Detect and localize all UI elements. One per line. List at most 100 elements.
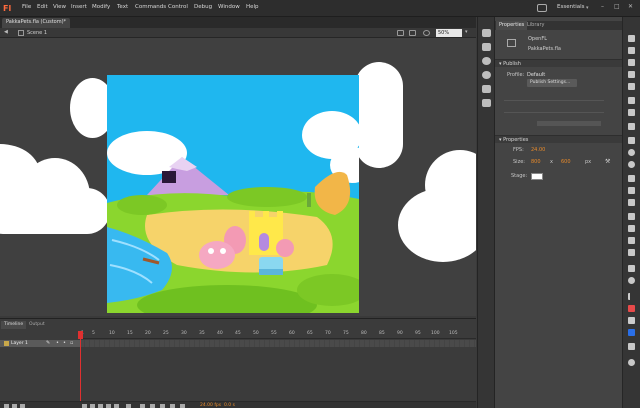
minimize-button[interactable]: –: [601, 3, 604, 10]
document-tab[interactable]: PakkaPets.fla (Custom)*: [2, 18, 71, 28]
chevron-down-icon[interactable]: ▾: [586, 5, 589, 11]
free-transform-tool-icon[interactable]: [628, 59, 635, 66]
wrench-icon[interactable]: ⚒: [605, 158, 610, 165]
bone-tool-icon[interactable]: [628, 213, 635, 220]
new-layer-icon[interactable]: [4, 404, 9, 408]
frames-row[interactable]: [80, 340, 476, 347]
align-icon[interactable]: [482, 57, 491, 65]
layer-icon: [4, 341, 9, 346]
publish-settings-button[interactable]: Publish Settings...: [527, 79, 577, 87]
zoom-tool-icon[interactable]: [628, 277, 635, 284]
lasso-tool-icon[interactable]: [628, 83, 635, 90]
scene-label[interactable]: Scene 1: [27, 30, 47, 36]
center-frame-icon[interactable]: [140, 404, 145, 408]
eraser-tool-icon[interactable]: [628, 249, 635, 256]
menu-window[interactable]: Window: [218, 4, 240, 10]
pasteboard[interactable]: [0, 38, 476, 316]
loop-icon[interactable]: [126, 404, 131, 408]
eyedropper-tool-icon[interactable]: [628, 237, 635, 244]
stage-color-swatch[interactable]: [531, 173, 543, 180]
stage-canvas[interactable]: [107, 75, 359, 313]
frame-ruler[interactable]: 1 5 10 15 20 25 30 35 40 45 50 55 60 65 …: [80, 331, 476, 339]
transform-icon[interactable]: [482, 85, 491, 93]
last-frame-icon[interactable]: [114, 404, 119, 408]
stage-width[interactable]: 800: [531, 159, 541, 165]
frame-number: 50: [253, 331, 259, 336]
stroke-color-icon[interactable]: [628, 293, 635, 300]
workspace-switcher[interactable]: Essentials: [557, 4, 585, 10]
center-stage-icon[interactable]: [423, 30, 430, 36]
components-icon[interactable]: [482, 99, 491, 107]
tab-output[interactable]: Output: [26, 321, 48, 329]
close-button[interactable]: ✕: [628, 3, 633, 10]
stage-height[interactable]: 600: [561, 159, 571, 165]
line-tool-icon[interactable]: [628, 123, 635, 130]
tab-library[interactable]: Library: [524, 21, 547, 30]
edit-multiple-frames-icon[interactable]: [170, 404, 175, 408]
menu-file[interactable]: File: [22, 4, 31, 10]
fill-bucket-icon[interactable]: [628, 317, 635, 324]
snap-magnet-icon[interactable]: [628, 359, 635, 366]
publish-section-header[interactable]: ▾ Publish: [495, 59, 622, 67]
visibility-dot-icon[interactable]: •: [56, 340, 59, 346]
menu-insert[interactable]: Insert: [71, 4, 87, 10]
rectangle-tool-icon[interactable]: [628, 137, 635, 144]
back-arrow-icon[interactable]: ◀: [4, 29, 8, 35]
color-panel-icon[interactable]: [482, 29, 491, 37]
tab-properties[interactable]: Properties: [496, 21, 528, 30]
menu-view[interactable]: View: [53, 4, 66, 10]
tab-timeline[interactable]: Timeline: [1, 321, 27, 329]
hand-tool-icon[interactable]: [628, 265, 635, 272]
properties-section-header[interactable]: ▾ Properties: [495, 135, 622, 143]
edit-scene-icon[interactable]: [397, 30, 404, 36]
pencil-icon[interactable]: ✎: [46, 340, 50, 346]
menu-modify[interactable]: Modify: [92, 4, 110, 10]
menu-debug[interactable]: Debug: [194, 4, 212, 10]
info-icon[interactable]: [482, 71, 491, 79]
layer-name[interactable]: Layer 1: [11, 340, 28, 347]
text-tool-icon[interactable]: [628, 109, 635, 116]
selection-tool-icon[interactable]: [628, 35, 635, 42]
onion-outline-icon[interactable]: [160, 404, 165, 408]
first-frame-icon[interactable]: [82, 404, 87, 408]
prev-frame-icon[interactable]: [90, 404, 95, 408]
edit-symbol-icon[interactable]: [409, 30, 416, 36]
3d-rotation-tool-icon[interactable]: [628, 71, 635, 78]
time-readout[interactable]: 0.0 s: [224, 403, 235, 408]
play-icon[interactable]: [98, 404, 103, 408]
menu-text[interactable]: Text: [117, 4, 128, 10]
outline-square-icon[interactable]: ▫: [70, 340, 73, 346]
delete-layer-icon[interactable]: [20, 404, 25, 408]
menu-help[interactable]: Help: [246, 4, 259, 10]
menu-edit[interactable]: Edit: [37, 4, 48, 10]
stroke-color-swatch[interactable]: [628, 305, 635, 312]
deco-tool-icon[interactable]: [628, 199, 635, 206]
paint-bucket-tool-icon[interactable]: [628, 225, 635, 232]
swap-colors-icon[interactable]: [628, 343, 635, 350]
sync-settings-icon[interactable]: [537, 4, 547, 12]
onion-markers-icon[interactable]: [180, 404, 185, 408]
menu-control[interactable]: Control: [168, 4, 188, 10]
next-frame-icon[interactable]: [106, 404, 111, 408]
menu-commands[interactable]: Commands: [135, 4, 166, 10]
new-folder-icon[interactable]: [12, 404, 17, 408]
stage-artwork: [107, 75, 359, 313]
brush-tool-icon[interactable]: [628, 187, 635, 194]
oval-tool-icon[interactable]: [628, 149, 635, 156]
swatches-icon[interactable]: [482, 43, 491, 51]
subselection-tool-icon[interactable]: [628, 47, 635, 54]
chevron-down-icon[interactable]: ▾: [465, 29, 468, 35]
playhead[interactable]: [80, 331, 81, 408]
zoom-field[interactable]: 50%: [436, 29, 462, 37]
fps-value[interactable]: 24.00: [531, 147, 545, 153]
layer-row[interactable]: Layer 1 ✎ • • ▫: [0, 340, 80, 347]
pen-tool-icon[interactable]: [628, 97, 635, 104]
fps-readout[interactable]: 24.00 fps: [200, 403, 221, 408]
polystar-tool-icon[interactable]: [628, 161, 635, 168]
fill-color-swatch[interactable]: [628, 329, 635, 336]
onion-skin-icon[interactable]: [150, 404, 155, 408]
lock-dot-icon[interactable]: •: [63, 340, 66, 346]
maximize-button[interactable]: □: [614, 3, 620, 10]
frame-number: 65: [307, 331, 313, 336]
pencil-tool-icon[interactable]: [628, 175, 635, 182]
